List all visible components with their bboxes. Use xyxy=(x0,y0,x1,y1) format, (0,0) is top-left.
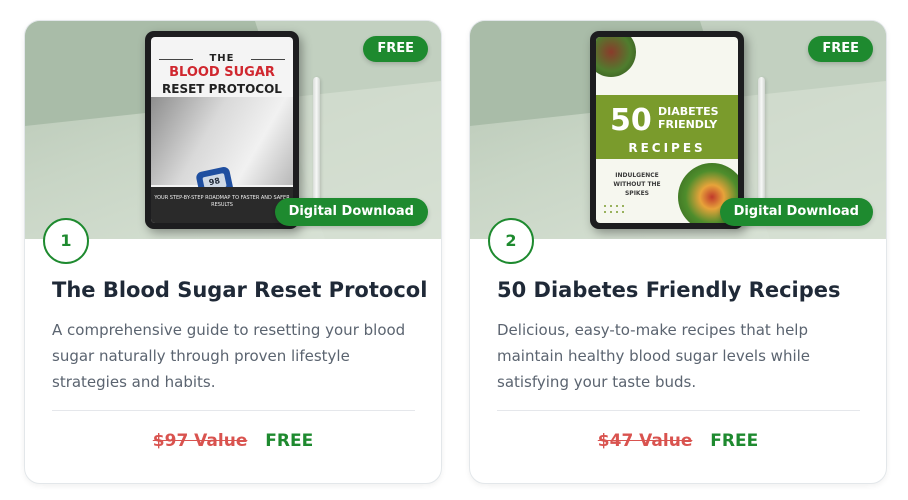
ebook-cover: 50 DIABETES FRIENDLY RECIPES INDULGENCE … xyxy=(596,37,738,223)
product-title: 50 Diabetes Friendly Recipes xyxy=(497,278,841,302)
product-description: A comprehensive guide to resetting your … xyxy=(52,321,406,391)
product-card-2[interactable]: 50 DIABETES FRIENDLY RECIPES INDULGENCE … xyxy=(469,20,887,484)
product-description: Delicious, easy-to-make recipes that hel… xyxy=(497,321,811,391)
cover-title: BLOOD SUGAR xyxy=(169,65,275,80)
cover-subtitle: RESET PROTOCOL xyxy=(162,82,282,96)
step-number-badge: 1 xyxy=(43,218,89,264)
product-title: The Blood Sugar Reset Protocol xyxy=(52,278,428,302)
cover-subtitle: RECIPES xyxy=(628,141,706,155)
original-price: $47 Value xyxy=(597,431,693,451)
cover-title-line: FRIENDLY xyxy=(658,118,718,131)
food-bowl-image xyxy=(596,37,636,77)
current-price: FREE xyxy=(710,431,759,451)
ebook-cover: THE BLOOD SUGAR RESET PROTOCOL 98 YOUR S… xyxy=(151,37,293,223)
cover-title-line: DIABETES xyxy=(658,105,719,118)
stylus xyxy=(313,77,320,205)
current-price: FREE xyxy=(265,431,314,451)
seeds-decoration xyxy=(602,203,628,217)
ebook-tablet: 50 DIABETES FRIENDLY RECIPES INDULGENCE … xyxy=(590,31,744,229)
ebook-tablet: THE BLOOD SUGAR RESET PROTOCOL 98 YOUR S… xyxy=(145,31,299,229)
divider xyxy=(497,410,860,411)
price-row: $97 Value FREE xyxy=(25,431,441,451)
cover-photo: 98 xyxy=(151,97,293,213)
digital-download-badge: Digital Download xyxy=(274,198,428,226)
free-badge: FREE xyxy=(808,36,873,62)
cover-footer: YOUR STEP-BY-STEP ROADMAP TO FASTER AND … xyxy=(151,187,293,223)
cover-tagline: INDULGENCE WITHOUT THE SPIKES xyxy=(613,172,661,197)
cover-number: 50 xyxy=(610,103,652,138)
cover-title: DIABETES FRIENDLY xyxy=(658,105,719,131)
price-row: $47 Value FREE xyxy=(470,431,886,451)
stylus xyxy=(758,77,765,205)
divider xyxy=(52,410,415,411)
product-card-1[interactable]: THE BLOOD SUGAR RESET PROTOCOL 98 YOUR S… xyxy=(24,20,442,484)
original-price: $97 Value xyxy=(152,431,248,451)
free-badge: FREE xyxy=(363,36,428,62)
product-image-2: 50 DIABETES FRIENDLY RECIPES INDULGENCE … xyxy=(470,21,886,239)
product-image-1: THE BLOOD SUGAR RESET PROTOCOL 98 YOUR S… xyxy=(25,21,441,239)
step-number-badge: 2 xyxy=(488,218,534,264)
digital-download-badge: Digital Download xyxy=(719,198,873,226)
cover-kicker: THE xyxy=(209,53,235,64)
cover-caption: YOUR STEP-BY-STEP ROADMAP TO FASTER AND … xyxy=(154,195,290,208)
